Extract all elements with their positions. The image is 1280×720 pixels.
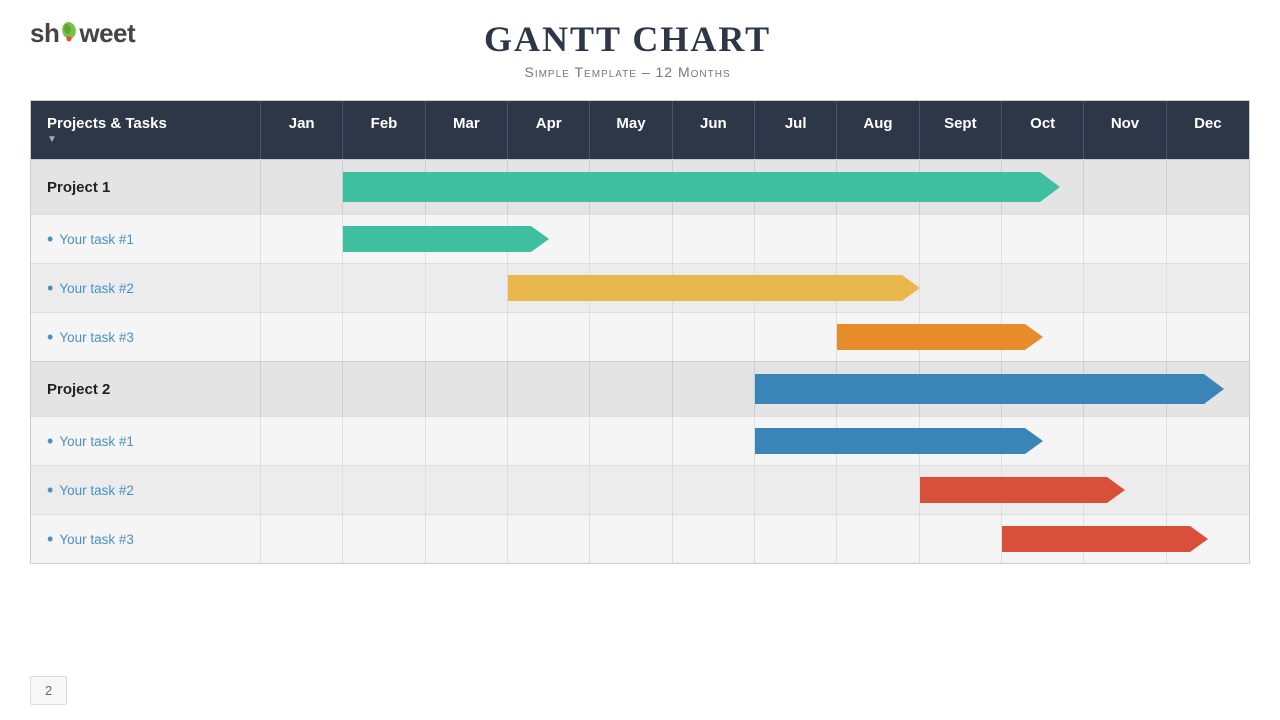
task-1-row: • Your task #1 [31, 214, 1249, 263]
task-2-1-label: • Your task #1 [31, 417, 261, 465]
header-jan: Jan [261, 101, 343, 159]
task-1-label: • Your task #1 [31, 215, 261, 263]
task-2-row: • Your task #2 [31, 263, 1249, 312]
task-2-2-row: • Your task #2 [31, 465, 1249, 514]
task-2-3-row: • Your task #3 [31, 514, 1249, 563]
header-mar: Mar [426, 101, 508, 159]
task-2-3-label: • Your task #3 [31, 515, 261, 563]
subtitle: Simple Template – 12 Months [135, 64, 1120, 80]
header-aug: Aug [837, 101, 919, 159]
project-1-label: Project 1 [31, 160, 261, 214]
task-bullet: • [47, 327, 53, 348]
gantt-header: Projects & Tasks ▼ Jan Feb Mar Apr May J… [31, 101, 1249, 159]
task-bullet: • [47, 229, 53, 250]
task-2-1-row: • Your task #1 [31, 416, 1249, 465]
task-bullet: • [47, 431, 53, 452]
header-may: May [590, 101, 672, 159]
header-oct: Oct [1002, 101, 1084, 159]
project-2-row: Project 2 [31, 361, 1249, 416]
task-bullet: • [47, 480, 53, 501]
task-bullet: • [47, 529, 53, 550]
header-dec: Dec [1167, 101, 1249, 159]
header: sh weet Gantt Chart Simple Template – 12… [0, 0, 1280, 90]
task-3-label: • Your task #3 [31, 313, 261, 361]
task-2-2-label: • Your task #2 [31, 466, 261, 514]
page: sh weet Gantt Chart Simple Template – 12… [0, 0, 1280, 720]
header-jun: Jun [673, 101, 755, 159]
header-sept: Sept [920, 101, 1002, 159]
header-apr: Apr [508, 101, 590, 159]
logo-leaf-icon [59, 22, 79, 44]
project-1-row: Project 1 [31, 159, 1249, 214]
title-area: Gantt Chart Simple Template – 12 Months [135, 18, 1120, 80]
header-projects-label: Projects & Tasks ▼ [31, 101, 261, 159]
project-2-label: Project 2 [31, 362, 261, 416]
header-jul: Jul [755, 101, 837, 159]
task-2-label: • Your task #2 [31, 264, 261, 312]
task-bullet: • [47, 278, 53, 299]
gantt-chart: Projects & Tasks ▼ Jan Feb Mar Apr May J… [30, 100, 1250, 564]
header-sort-arrow: ▼ [47, 134, 252, 145]
main-title: Gantt Chart [135, 18, 1120, 60]
logo-text: sh weet [30, 18, 135, 49]
logo: sh weet [30, 18, 135, 49]
page-number: 2 [30, 676, 67, 705]
header-feb: Feb [343, 101, 425, 159]
header-nov: Nov [1084, 101, 1166, 159]
task-3-row: • Your task #3 [31, 312, 1249, 361]
